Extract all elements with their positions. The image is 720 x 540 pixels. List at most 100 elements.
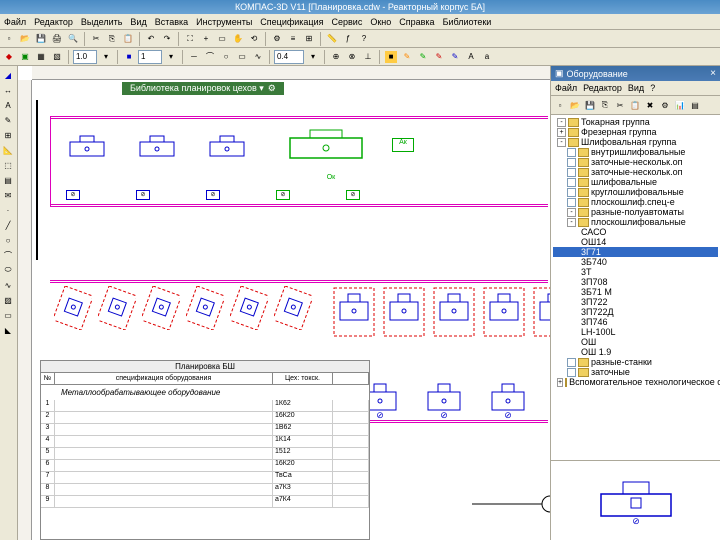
checkbox[interactable] [567, 368, 576, 377]
expand-icon[interactable]: - [567, 218, 576, 227]
checkbox[interactable] [567, 188, 576, 197]
tree-item[interactable]: +Фрезерная группа [553, 127, 718, 137]
measure-icon[interactable]: 📏 [325, 32, 339, 46]
undo-icon[interactable]: ↶ [144, 32, 158, 46]
layer-input[interactable] [138, 50, 162, 64]
tree-item[interactable]: 3П722Д [553, 307, 718, 317]
tree-item[interactable]: шлифовальные [553, 177, 718, 187]
tree-item[interactable]: 3П722 [553, 297, 718, 307]
tree-item[interactable]: 3Б71 М [553, 287, 718, 297]
expand-icon[interactable]: - [557, 118, 566, 127]
style-icon[interactable]: A [464, 50, 478, 64]
report-icon[interactable]: ✉ [1, 188, 15, 202]
point-icon[interactable]: · [1, 203, 15, 217]
style-icon[interactable]: ✎ [400, 50, 414, 64]
menu-spec[interactable]: Спецификация [260, 17, 323, 27]
save-icon[interactable]: 💾 [34, 32, 48, 46]
line-icon[interactable]: ─ [187, 50, 201, 64]
expand-icon[interactable]: - [567, 208, 576, 217]
cut-icon[interactable]: ✂ [89, 32, 103, 46]
print-icon[interactable]: 🖨 [50, 32, 64, 46]
tool-icon[interactable]: ◆ [2, 50, 16, 64]
tree-item[interactable]: LH-100L [553, 327, 718, 337]
menu-insert[interactable]: Вставка [155, 17, 188, 27]
panel-menu-view[interactable]: Вид [628, 83, 644, 93]
menu-tools[interactable]: Инструменты [196, 17, 252, 27]
tree-item[interactable]: ОШ [553, 337, 718, 347]
geom-icon[interactable]: ◢ [1, 68, 15, 82]
style-icon[interactable]: ✎ [448, 50, 462, 64]
snap-icon[interactable]: ⊗ [345, 50, 359, 64]
pan-icon[interactable]: ✋ [231, 32, 245, 46]
panel-tool-icon[interactable]: 💾 [583, 98, 597, 112]
select-icon[interactable]: ⬚ [1, 158, 15, 172]
segment-icon[interactable]: ╱ [1, 218, 15, 232]
tree-item[interactable]: 3Б740 [553, 257, 718, 267]
tool-icon[interactable]: ▣ [18, 50, 32, 64]
redo-icon[interactable]: ↷ [160, 32, 174, 46]
rect2-icon[interactable]: ▭ [1, 308, 15, 322]
tree-item[interactable]: -Токарная группа [553, 117, 718, 127]
variables-icon[interactable]: ƒ [341, 32, 355, 46]
chamfer-icon[interactable]: ◣ [1, 323, 15, 337]
zoom-window-icon[interactable]: ▭ [215, 32, 229, 46]
measure-icon[interactable]: 📐 [1, 143, 15, 157]
ellipse-icon[interactable]: ⬭ [1, 263, 15, 277]
drawing-canvas[interactable]: Библиотека планировок цехов ▾ ⚙ [18, 66, 550, 540]
ortho-icon[interactable]: ⊥ [361, 50, 375, 64]
circle-icon[interactable]: ○ [219, 50, 233, 64]
dim-icon[interactable]: ↔ [1, 83, 15, 97]
panel-tool-icon[interactable]: ✖ [643, 98, 657, 112]
tree-item[interactable]: -Шлифовальная группа [553, 137, 718, 147]
tree-item[interactable]: +Вспомогательное технологическое оборудо… [553, 377, 718, 387]
checkbox[interactable] [567, 168, 576, 177]
style-icon[interactable]: a [480, 50, 494, 64]
spline-icon[interactable]: ∿ [251, 50, 265, 64]
tree-item[interactable]: плоскошлиф.спец-е [553, 197, 718, 207]
style-icon[interactable]: ✎ [416, 50, 430, 64]
panel-menu-help[interactable]: ? [650, 83, 655, 93]
circle2-icon[interactable]: ○ [1, 233, 15, 247]
dropdown-icon[interactable]: ▾ [164, 50, 178, 64]
copy-icon[interactable]: ⎘ [105, 32, 119, 46]
menu-editor[interactable]: Редактор [34, 17, 73, 27]
tree-item[interactable]: круглошлифовальные [553, 187, 718, 197]
value-input[interactable] [274, 50, 304, 64]
tree-item[interactable]: 3П708 [553, 277, 718, 287]
checkbox[interactable] [567, 198, 576, 207]
close-icon[interactable]: × [710, 68, 716, 79]
layers-icon[interactable]: ≡ [286, 32, 300, 46]
panel-tool-icon[interactable]: ▫ [553, 98, 567, 112]
menu-view[interactable]: Вид [130, 17, 146, 27]
spec-icon[interactable]: ▤ [1, 173, 15, 187]
dropdown-icon[interactable]: ▾ [306, 50, 320, 64]
menu-window[interactable]: Окно [370, 17, 391, 27]
zoom-in-icon[interactable]: + [199, 32, 213, 46]
tool-icon[interactable]: ■ [122, 50, 136, 64]
expand-icon[interactable]: + [557, 128, 566, 137]
tree-item[interactable]: САСО [553, 227, 718, 237]
menu-file[interactable]: Файл [4, 17, 26, 27]
tree-item[interactable]: внутришлифовальные [553, 147, 718, 157]
snap-icon[interactable]: ⊕ [329, 50, 343, 64]
checkbox[interactable] [567, 178, 576, 187]
tree-item[interactable]: разные-станки [553, 357, 718, 367]
paste-icon[interactable]: 📋 [121, 32, 135, 46]
panel-tool-icon[interactable]: 📋 [628, 98, 642, 112]
new-icon[interactable]: ▫ [2, 32, 16, 46]
tree-item[interactable]: -плоскошлифовальные [553, 217, 718, 227]
rotate-icon[interactable]: ⟲ [247, 32, 261, 46]
edit-icon[interactable]: ✎ [1, 113, 15, 127]
tree-item[interactable]: заточные-нескольк.оп [553, 167, 718, 177]
rect-icon[interactable]: ▭ [235, 50, 249, 64]
tree-item[interactable]: 3Г71 [553, 247, 718, 257]
menu-lib[interactable]: Библиотеки [443, 17, 492, 27]
hatch-icon[interactable]: ▨ [1, 293, 15, 307]
style-icon[interactable]: ■ [384, 50, 398, 64]
panel-tool-icon[interactable]: ⎘ [598, 98, 612, 112]
panel-tool-icon[interactable]: 📂 [568, 98, 582, 112]
checkbox[interactable] [567, 148, 576, 157]
expand-icon[interactable]: - [557, 138, 566, 147]
properties-icon[interactable]: ⚙ [270, 32, 284, 46]
tree-item[interactable]: заточные [553, 367, 718, 377]
